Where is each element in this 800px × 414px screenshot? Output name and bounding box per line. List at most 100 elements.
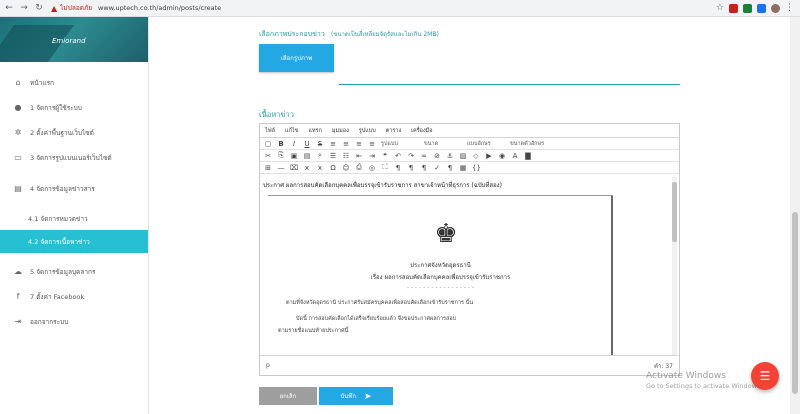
redo-icon[interactable]: ↷ bbox=[407, 152, 415, 160]
align-center-icon[interactable]: ≡ bbox=[342, 140, 350, 148]
sidebar-item-news[interactable]: ▤ 4 จัดการข้อมูลข่าวสาร bbox=[0, 176, 148, 201]
menu-file[interactable]: ไฟล์ bbox=[265, 127, 275, 135]
user-name[interactable]: Emiorand bbox=[52, 37, 86, 45]
sidebar-item-settings[interactable]: ✲ 2 ตั้งค่าพื้นฐานเว็บไซต์ bbox=[0, 120, 148, 145]
main-content: เลือกภาพประกอบข่าว (ขนาดเป็นสี่เหลี่ยมจั… bbox=[149, 17, 790, 414]
editor-menubar: ไฟล์ แก้ไข แทรก มุมมอง รูปแบบ ตาราง เครื… bbox=[260, 124, 679, 138]
clear-format-icon[interactable]: ⌧ bbox=[290, 164, 298, 172]
print-icon[interactable]: ⎙ bbox=[355, 163, 363, 172]
bold-icon[interactable]: B bbox=[277, 140, 285, 148]
nonbreaking-icon[interactable]: ¶ bbox=[446, 164, 454, 172]
back-icon[interactable]: ← bbox=[3, 2, 15, 14]
address-bar[interactable]: ▲ ไม่ปลอดภัย www.uptech.co.th/admin/post… bbox=[51, 2, 716, 15]
indent-icon[interactable]: ⇥ bbox=[368, 152, 376, 160]
floating-menu-button[interactable]: ☰ bbox=[751, 362, 779, 390]
image-label: เลือกภาพประกอบข่าว bbox=[259, 30, 325, 38]
font-select[interactable]: แบบอักษร bbox=[467, 140, 505, 148]
forward-icon[interactable]: → bbox=[18, 2, 30, 14]
menu-format[interactable]: รูปแบบ bbox=[359, 127, 376, 135]
menu-table[interactable]: ตาราง bbox=[386, 127, 401, 135]
source-code-icon[interactable]: ▢ bbox=[264, 140, 272, 148]
sidebar-item-users[interactable]: ● 1 จัดการผู้ใช้ระบบ bbox=[0, 95, 148, 120]
media-icon[interactable]: ▶ bbox=[485, 152, 493, 160]
editor-statusbar: p คำ: 37 bbox=[260, 355, 679, 375]
spellcheck-icon[interactable]: ✓ bbox=[433, 164, 441, 172]
font-size-select[interactable]: ขนาดตัวอักษร bbox=[510, 140, 548, 148]
element-path[interactable]: p bbox=[266, 362, 270, 369]
sidebar-item-banners[interactable]: ▭ 3 จัดการรูปแบนเนอร์เว็บไซต์ bbox=[0, 145, 148, 170]
url-text[interactable]: www.uptech.co.th/admin/posts/create bbox=[98, 4, 221, 12]
background-color-icon[interactable]: ▇ bbox=[524, 152, 532, 160]
search-icon[interactable]: ⌕ bbox=[316, 151, 324, 160]
outdent-icon[interactable]: ⇤ bbox=[355, 152, 363, 160]
codesample-icon[interactable]: {} bbox=[472, 164, 481, 172]
rich-text-editor: ไฟล์ แก้ไข แทรก มุมมอง รูปแบบ ตาราง เครื… bbox=[259, 123, 680, 376]
sidebar-item-facebook[interactable]: f 7 ตั้งค่า Facebook bbox=[0, 284, 148, 309]
sidebar-subitem-news-content[interactable]: 4.2 จัดการเนื้อหาข่าว bbox=[0, 230, 148, 253]
avatar-icon[interactable] bbox=[771, 3, 780, 13]
menu-edit[interactable]: แก้ไข bbox=[285, 127, 298, 135]
editor-scrollbar-thumb[interactable] bbox=[672, 182, 677, 242]
editor-toolbar-row-1: ▢ B I U S ≡ ≡ ≡ ≡ รูปแบบ ขนาด แบบอักษร ข… bbox=[260, 138, 679, 150]
menu-view[interactable]: มุมมอง bbox=[332, 127, 349, 135]
numbered-list-icon[interactable]: ☷ bbox=[342, 152, 350, 160]
image-icon[interactable]: ▨ bbox=[459, 152, 467, 160]
special-char-icon[interactable]: Ω bbox=[329, 164, 337, 172]
unlink-icon[interactable]: ⊘ bbox=[433, 152, 441, 160]
sidebar-subitem-news-categories[interactable]: 4.1 จัดการหมวดข่าว bbox=[0, 207, 148, 230]
reload-icon[interactable]: ↻ bbox=[33, 2, 45, 14]
fullscreen-icon[interactable]: ⛶ bbox=[381, 163, 389, 172]
visual-blocks-icon[interactable]: ¶ bbox=[394, 164, 402, 172]
menu-dots-icon[interactable]: ⋮ bbox=[785, 3, 794, 13]
underline-icon[interactable]: U bbox=[303, 140, 311, 148]
sidebar-item-logout[interactable]: ⇥ ออกจากระบบ bbox=[0, 309, 148, 334]
paste-icon[interactable]: ▣ bbox=[290, 152, 298, 160]
superscript-icon[interactable]: x bbox=[316, 164, 324, 172]
emoji-icon[interactable]: ☺ bbox=[342, 164, 350, 172]
horizontal-rule-icon[interactable]: — bbox=[277, 164, 285, 172]
green-extension-icon[interactable] bbox=[743, 3, 752, 13]
editor-scrollbar[interactable] bbox=[672, 177, 677, 355]
anchor-icon[interactable]: ⚓ bbox=[446, 152, 454, 160]
code-icon[interactable]: ◇ bbox=[472, 152, 480, 160]
preview-icon[interactable]: ◎ bbox=[368, 164, 376, 172]
blockquote-icon[interactable]: ❝ bbox=[381, 152, 389, 160]
template-icon[interactable]: ▦ bbox=[459, 164, 467, 172]
star-icon[interactable]: ☆ bbox=[716, 3, 724, 13]
italic-icon[interactable]: I bbox=[290, 140, 298, 148]
choose-image-button[interactable]: เลือกรูปภาพ bbox=[259, 44, 334, 72]
send-icon: ➤ bbox=[363, 390, 372, 401]
align-right-icon[interactable]: ≡ bbox=[355, 140, 363, 148]
paste-text-icon[interactable]: ▤ bbox=[303, 152, 311, 160]
sidebar-item-home[interactable]: ⌂ หน้าแรก bbox=[0, 70, 148, 95]
subscript-icon[interactable]: x bbox=[303, 164, 311, 172]
align-justify-icon[interactable]: ≡ bbox=[368, 140, 376, 148]
sidebar-item-personnel[interactable]: ☁ 5 จัดการข้อมูลบุคลากร bbox=[0, 259, 148, 284]
color-picker-icon[interactable]: ◉ bbox=[498, 152, 506, 160]
undo-icon[interactable]: ↶ bbox=[394, 152, 402, 160]
page-scrollbar-thumb[interactable] bbox=[792, 212, 798, 394]
page-scrollbar[interactable] bbox=[790, 17, 800, 414]
cancel-button[interactable]: ยกเลิก bbox=[259, 387, 317, 405]
rtl-icon[interactable]: ¶ bbox=[420, 164, 428, 172]
bullet-list-icon[interactable]: ☰ bbox=[329, 152, 337, 160]
table-icon[interactable]: ⊞ bbox=[264, 164, 272, 172]
menu-tools[interactable]: เครื่องมือ bbox=[411, 127, 432, 135]
align-left-icon[interactable]: ≡ bbox=[329, 140, 337, 148]
text-color-icon[interactable]: A bbox=[511, 152, 519, 160]
ltr-icon[interactable]: ¶ bbox=[407, 164, 415, 172]
size-select[interactable]: ขนาด bbox=[424, 140, 462, 148]
sidebar-item-label: 7 ตั้งค่า Facebook bbox=[30, 292, 85, 301]
blue-extension-icon[interactable] bbox=[757, 3, 766, 13]
strikethrough-icon[interactable]: S bbox=[316, 140, 324, 148]
cut-icon[interactable]: ✂ bbox=[264, 152, 272, 160]
editor-content-area[interactable]: ประกาศ ผลการสอบคัดเลือกบุคคลเพื่อบรรจุเข… bbox=[260, 175, 679, 355]
save-button[interactable]: บันทึก ➤ bbox=[319, 387, 393, 405]
format-select[interactable]: รูปแบบ bbox=[381, 140, 419, 148]
sidebar-item-label: 1 จัดการผู้ใช้ระบบ bbox=[30, 103, 82, 112]
menu-insert[interactable]: แทรก bbox=[308, 127, 321, 135]
warning-icon: ▲ bbox=[51, 3, 58, 13]
link-icon[interactable]: ∞ bbox=[420, 152, 428, 160]
copy-icon[interactable]: ⎘ bbox=[277, 151, 285, 160]
pdf-extension-icon[interactable] bbox=[729, 3, 738, 13]
